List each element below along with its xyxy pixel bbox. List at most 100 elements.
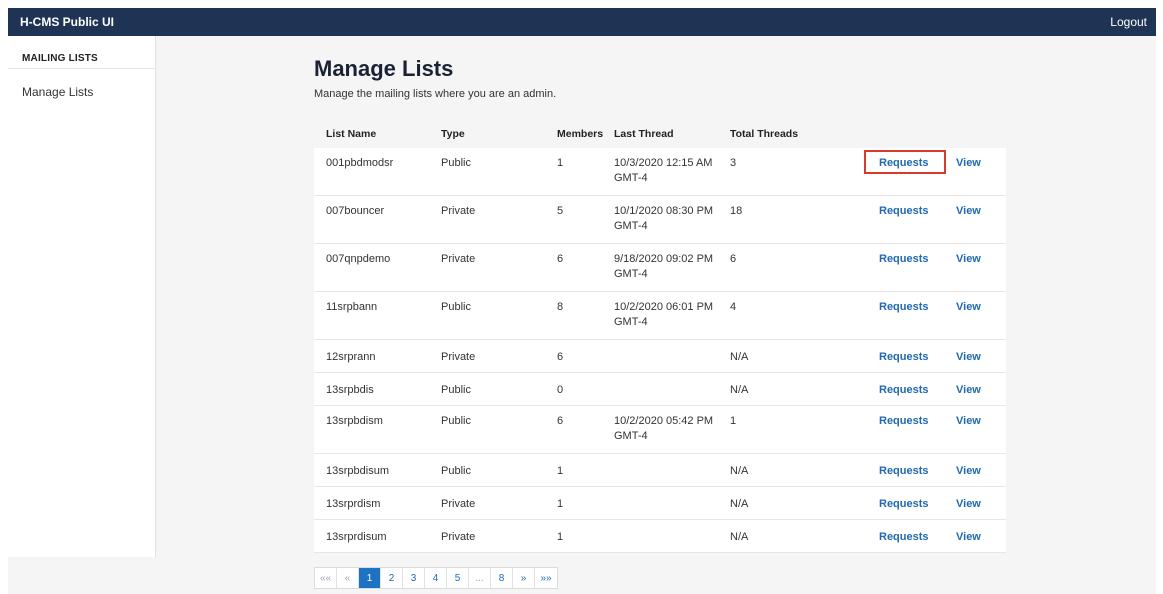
members-cell: 1 — [557, 531, 564, 543]
requests-link[interactable]: Requests — [879, 414, 929, 429]
members-cell: 0 — [557, 384, 564, 396]
view-link[interactable]: View — [956, 204, 981, 219]
total-threads-cell: 18 — [730, 205, 743, 217]
page-1-button[interactable]: 1 — [359, 568, 381, 588]
view-link[interactable]: View — [956, 156, 981, 171]
table-body: 001pbdmodsr Public 1 10/3/2020 12:15 AM GMT… — [314, 148, 1006, 553]
list-name-cell: 007qnpdemo — [326, 253, 391, 265]
header-total-threads: Total Threads — [730, 128, 799, 140]
view-link[interactable]: View — [956, 252, 981, 267]
table-row: 11srpbann Public 8 10/2/2020 06:01 PM GMT-4… — [314, 292, 1006, 340]
total-threads-cell: 3 — [730, 157, 737, 169]
list-name-cell: 13srpbdis — [326, 384, 374, 396]
table-row: 13srpbdisum Public 1 N/A Requests View — [314, 454, 1006, 487]
table-row: 13srprdisum Private 1 N/A Requests View — [314, 520, 1006, 553]
members-cell: 5 — [557, 205, 564, 217]
page-title: Manage Lists — [314, 56, 454, 81]
type-cell: Public — [441, 465, 471, 477]
page-5-button[interactable]: 5 — [447, 568, 469, 588]
members-cell: 1 — [557, 465, 564, 477]
members-cell: 6 — [557, 253, 564, 265]
list-name-cell: 13srpbdisum — [326, 465, 389, 477]
type-cell: Private — [441, 498, 476, 510]
page-4-button[interactable]: 4 — [425, 568, 447, 588]
list-name-cell: 13srprdism — [326, 498, 381, 510]
requests-link[interactable]: Requests — [879, 252, 929, 267]
last-thread-cell: 9/18/2020 09:02 PM GMT-4 — [614, 253, 714, 280]
last-thread-cell: 10/2/2020 06:01 PM GMT-4 — [614, 301, 714, 328]
page-prev-button[interactable]: « — [337, 568, 359, 588]
page-subtitle: Manage the mailing lists where you are a… — [314, 88, 557, 100]
last-thread-cell: 10/2/2020 05:42 PM GMT-4 — [614, 415, 714, 442]
total-threads-cell: N/A — [730, 465, 749, 477]
members-cell: 6 — [557, 351, 564, 363]
page-ellipsis: ... — [469, 568, 491, 588]
table-header: List Name Type Members Last Thread Total… — [314, 122, 1006, 148]
total-threads-cell: N/A — [730, 351, 749, 363]
header-type: Type — [441, 128, 465, 140]
page-last-button[interactable]: »» — [535, 568, 557, 588]
view-link[interactable]: View — [956, 497, 981, 512]
page-8-button[interactable]: 8 — [491, 568, 513, 588]
type-cell: Private — [441, 531, 476, 543]
members-cell: 1 — [557, 157, 564, 169]
header-last-thread: Last Thread — [614, 128, 674, 140]
page-3-button[interactable]: 3 — [403, 568, 425, 588]
table-row: 12srprann Private 6 N/A Requests View — [314, 340, 1006, 373]
table-row: 13srpbdism Public 6 10/2/2020 05:42 PM GMT-… — [314, 406, 1006, 454]
total-threads-cell: 4 — [730, 301, 737, 313]
list-name-cell: 13srprdisum — [326, 531, 387, 543]
requests-link[interactable]: Requests — [879, 350, 929, 365]
members-cell: 8 — [557, 301, 564, 313]
pagination: «« « 1 2 3 4 5 ... 8 » »» — [314, 567, 558, 589]
view-link[interactable]: View — [956, 383, 981, 398]
view-link[interactable]: View — [956, 530, 981, 545]
page-first-button[interactable]: «« — [315, 568, 337, 588]
type-cell: Public — [441, 157, 471, 169]
type-cell: Public — [441, 415, 471, 427]
requests-link[interactable]: Requests — [879, 464, 929, 479]
table-row: 13srprdism Private 1 N/A Requests View — [314, 487, 1006, 520]
page-next-button[interactable]: » — [513, 568, 535, 588]
total-threads-cell: 1 — [730, 415, 737, 427]
view-link[interactable]: View — [956, 300, 981, 315]
view-link[interactable]: View — [956, 414, 981, 429]
sidebar-item-manage-lists[interactable]: Manage Lists — [8, 69, 155, 99]
members-cell: 1 — [557, 498, 564, 510]
requests-link[interactable]: Requests — [879, 383, 929, 398]
requests-link[interactable]: Requests — [879, 530, 929, 545]
list-name-cell: 007bouncer — [326, 205, 385, 217]
table-row: 001pbdmodsr Public 1 10/3/2020 12:15 AM GMT… — [314, 148, 1006, 196]
requests-link[interactable]: Requests — [879, 300, 929, 315]
list-name-cell: 13srpbdism — [326, 415, 383, 427]
requests-link[interactable]: Requests — [879, 204, 929, 219]
type-cell: Private — [441, 205, 476, 217]
total-threads-cell: 6 — [730, 253, 737, 265]
page-2-button[interactable]: 2 — [381, 568, 403, 588]
table-row: 007qnpdemo Private 6 9/18/2020 09:02 PM GMT… — [314, 244, 1006, 292]
list-name-cell: 11srpbann — [326, 301, 378, 313]
requests-link[interactable]: Requests — [879, 156, 929, 171]
lists-table: List Name Type Members Last Thread Total… — [314, 122, 1006, 553]
sidebar-heading: MAILING LISTS — [8, 36, 155, 69]
header-members: Members — [557, 128, 604, 140]
list-name-cell: 12srprann — [326, 351, 376, 363]
total-threads-cell: N/A — [730, 531, 749, 543]
logout-link[interactable]: Logout — [1110, 15, 1147, 29]
total-threads-cell: N/A — [730, 384, 749, 396]
view-link[interactable]: View — [956, 464, 981, 479]
type-cell: Private — [441, 253, 476, 265]
type-cell: Private — [441, 351, 476, 363]
table-row: 13srpbdis Public 0 N/A Requests View — [314, 373, 1006, 406]
content-area: MAILING LISTS Manage Lists Manage Lists … — [8, 36, 1156, 594]
sidebar: MAILING LISTS Manage Lists — [8, 36, 156, 557]
top-bar: H-CMS Public UI Logout — [8, 8, 1156, 36]
last-thread-cell: 10/3/2020 12:15 AM GMT-4 — [614, 157, 713, 184]
members-cell: 6 — [557, 415, 564, 427]
list-name-cell: 001pbdmodsr — [326, 157, 394, 169]
requests-link[interactable]: Requests — [879, 497, 929, 512]
app-title: H-CMS Public UI — [20, 15, 115, 29]
view-link[interactable]: View — [956, 350, 981, 365]
type-cell: Public — [441, 301, 471, 313]
type-cell: Public — [441, 384, 471, 396]
